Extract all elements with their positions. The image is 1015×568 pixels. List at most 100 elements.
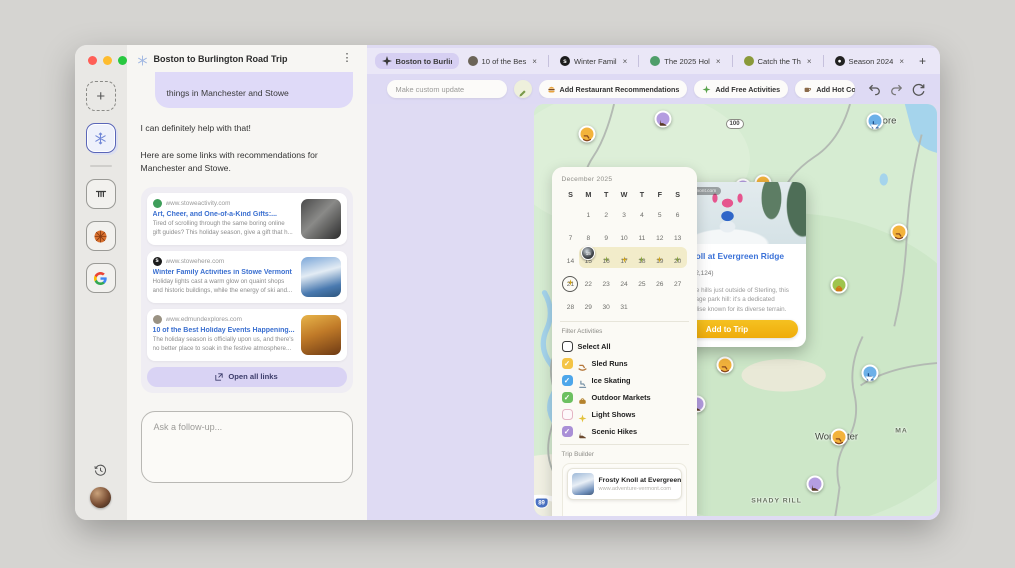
new-tab-button[interactable]: + bbox=[913, 54, 932, 68]
calendar-day-21[interactable]: 21 bbox=[562, 270, 580, 291]
undo-icon[interactable] bbox=[867, 82, 882, 97]
filter-checkbox[interactable] bbox=[561, 426, 573, 437]
link-card[interactable]: s www.stowehere.com Winter Family Activiti… bbox=[146, 250, 347, 303]
filter-checkbox[interactable] bbox=[561, 392, 573, 403]
day-number: 29 bbox=[584, 304, 592, 312]
edit-button[interactable] bbox=[513, 80, 532, 98]
link-card[interactable]: www.edmundexplores.com 10 of the Best Hol… bbox=[146, 308, 347, 361]
calendar-day-13[interactable]: 13 bbox=[669, 224, 687, 245]
calendar-day-26[interactable]: 26 bbox=[651, 270, 669, 291]
filter-row-sled-runs[interactable]: Sled Runs bbox=[561, 358, 687, 371]
filter-checkbox[interactable] bbox=[561, 409, 573, 420]
google-space-button[interactable] bbox=[85, 263, 116, 293]
map-pin-hike[interactable] bbox=[806, 475, 824, 493]
tab-favicon-icon: ● bbox=[834, 56, 845, 66]
tab-winter-famil[interactable]: s Winter Famil × bbox=[553, 53, 634, 69]
map-pin-hike[interactable] bbox=[654, 110, 672, 128]
piano-space-button[interactable] bbox=[85, 179, 116, 209]
history-icon[interactable] bbox=[94, 464, 107, 477]
filter-row-outdoor-markets[interactable]: Outdoor Markets bbox=[561, 392, 687, 404]
tab-catch-the-th[interactable]: Catch the Th × bbox=[737, 53, 819, 69]
calendar-day-20[interactable]: 20 bbox=[668, 247, 687, 268]
filter-row-ice-skating[interactable]: Ice Skating bbox=[561, 375, 687, 389]
map-pin-sled[interactable] bbox=[830, 428, 848, 446]
new-space-button[interactable]: + bbox=[85, 81, 116, 111]
toolbar-button-add-hot-co[interactable]: Add Hot Co bbox=[795, 80, 856, 98]
calendar-day-1[interactable]: 1 bbox=[579, 201, 597, 222]
filter-checkbox[interactable] bbox=[561, 358, 573, 369]
map-pin-skate[interactable] bbox=[861, 364, 879, 382]
day-activity-mark-icon bbox=[603, 273, 610, 280]
calendar-day-27[interactable]: 27 bbox=[669, 270, 687, 291]
tab-the-2025-hol[interactable]: The 2025 Hol × bbox=[643, 53, 727, 69]
day-number: 23 bbox=[602, 281, 610, 289]
close-button[interactable] bbox=[88, 56, 97, 65]
filter-row-light-shows[interactable]: Light Shows bbox=[561, 409, 687, 423]
link-card[interactable]: www.stoweactivity.com Art, Cheer, and One… bbox=[146, 192, 347, 245]
calendar-day-31[interactable]: 31 bbox=[615, 293, 633, 314]
calendar-day-10[interactable]: 10 bbox=[615, 224, 633, 245]
tab-close-icon[interactable]: × bbox=[623, 57, 628, 66]
browser-content: Boston to Burlin 10 of the Bes × s Winter Fa… bbox=[366, 45, 940, 520]
map-pin-skate[interactable] bbox=[866, 112, 884, 130]
calendar-day-18[interactable]: 18 bbox=[632, 247, 651, 268]
tab-close-icon[interactable]: × bbox=[532, 57, 537, 66]
calendar-day-7[interactable]: 7 bbox=[562, 224, 580, 245]
tab-close-icon[interactable]: × bbox=[716, 57, 721, 66]
calendar-day-6[interactable]: 6 bbox=[669, 201, 687, 222]
tab-favicon-icon bbox=[381, 56, 392, 66]
calendar-day-11[interactable]: 11 bbox=[633, 224, 651, 245]
refresh-icon[interactable] bbox=[911, 82, 926, 97]
calendar-day-3[interactable]: 3 bbox=[615, 201, 633, 222]
toolbar-button-add-free-activities[interactable]: Add Free Activities bbox=[694, 80, 789, 98]
more-options-icon[interactable]: ⋮ bbox=[338, 51, 357, 66]
calendar-day-4[interactable]: 4 bbox=[633, 201, 651, 222]
sports-space-button[interactable] bbox=[85, 221, 116, 251]
chat-title: Boston to Burlington Road Trip bbox=[153, 53, 288, 64]
calendar-day-25[interactable]: 25 bbox=[633, 270, 651, 291]
redo-icon[interactable] bbox=[889, 82, 904, 97]
calendar-day-16[interactable]: 16 bbox=[597, 247, 616, 268]
trip-builder-item[interactable]: Frosty Knoll at Evergreen www.adventure-… bbox=[566, 468, 682, 500]
calendar-day-14[interactable]: 14 bbox=[562, 247, 580, 268]
followup-input[interactable] bbox=[140, 410, 353, 483]
calendar-day-23[interactable]: 23 bbox=[597, 270, 615, 291]
tab-10-of-the-bes[interactable]: 10 of the Bes × bbox=[461, 53, 544, 69]
chat-messages[interactable]: things in Manchester and Stowe I can def… bbox=[127, 72, 367, 520]
calendar-day-24[interactable]: 24 bbox=[615, 270, 633, 291]
toolbar-button-label: Add Free Activities bbox=[715, 84, 781, 94]
calendar-day-28[interactable]: 28 bbox=[562, 293, 580, 314]
calendar-day-29[interactable]: 29 bbox=[579, 293, 597, 314]
calendar-day-9[interactable]: 9 bbox=[597, 224, 615, 245]
calendar-day-30[interactable]: 30 bbox=[597, 293, 615, 314]
tab-close-icon[interactable]: × bbox=[807, 57, 812, 66]
user-avatar[interactable] bbox=[90, 487, 112, 508]
map-pin-sled[interactable] bbox=[578, 125, 596, 143]
tab-season-2024[interactable]: ● Season 2024 × bbox=[828, 53, 911, 69]
calendar-day-22[interactable]: 22 bbox=[579, 270, 597, 291]
map-pin-sled[interactable] bbox=[716, 356, 734, 374]
toolbar-button-add-restaurant-recommendations[interactable]: Add Restaurant Recommendations bbox=[538, 80, 688, 98]
calendar-day-19[interactable]: 19 bbox=[650, 247, 669, 268]
filter-row-scenic-hikes[interactable]: Scenic Hikes bbox=[561, 426, 687, 439]
selected-day-avatar[interactable]: 15 bbox=[581, 246, 596, 260]
calendar-day-12[interactable]: 12 bbox=[651, 224, 669, 245]
map-pin-market[interactable] bbox=[830, 276, 848, 294]
calendar-day-2[interactable]: 2 bbox=[597, 201, 615, 222]
tab-boston-to-burlin[interactable]: Boston to Burlin bbox=[374, 53, 459, 69]
spark-green-icon bbox=[702, 85, 711, 94]
select-all-row[interactable]: Select All bbox=[561, 341, 687, 352]
select-all-checkbox[interactable] bbox=[561, 341, 573, 352]
calendar-day-15[interactable]: 15 15 bbox=[579, 246, 598, 268]
calendar-day-5[interactable]: 5 bbox=[651, 201, 669, 222]
calendar-day-8[interactable]: 8 bbox=[579, 224, 597, 245]
calendar-day-17[interactable]: 17 bbox=[615, 247, 633, 268]
tab-close-icon[interactable]: × bbox=[899, 57, 904, 66]
minimize-button[interactable] bbox=[103, 56, 112, 65]
custom-update-input[interactable] bbox=[386, 80, 507, 98]
open-all-links-button[interactable]: Open all links bbox=[146, 366, 347, 387]
trip-space-button[interactable] bbox=[85, 123, 116, 153]
map[interactable]: WEST BRANCHStoweLOWER VILLAGEWATERBURY C… bbox=[533, 104, 937, 516]
filter-checkbox[interactable] bbox=[561, 375, 573, 386]
map-pin-sled[interactable] bbox=[890, 223, 908, 241]
